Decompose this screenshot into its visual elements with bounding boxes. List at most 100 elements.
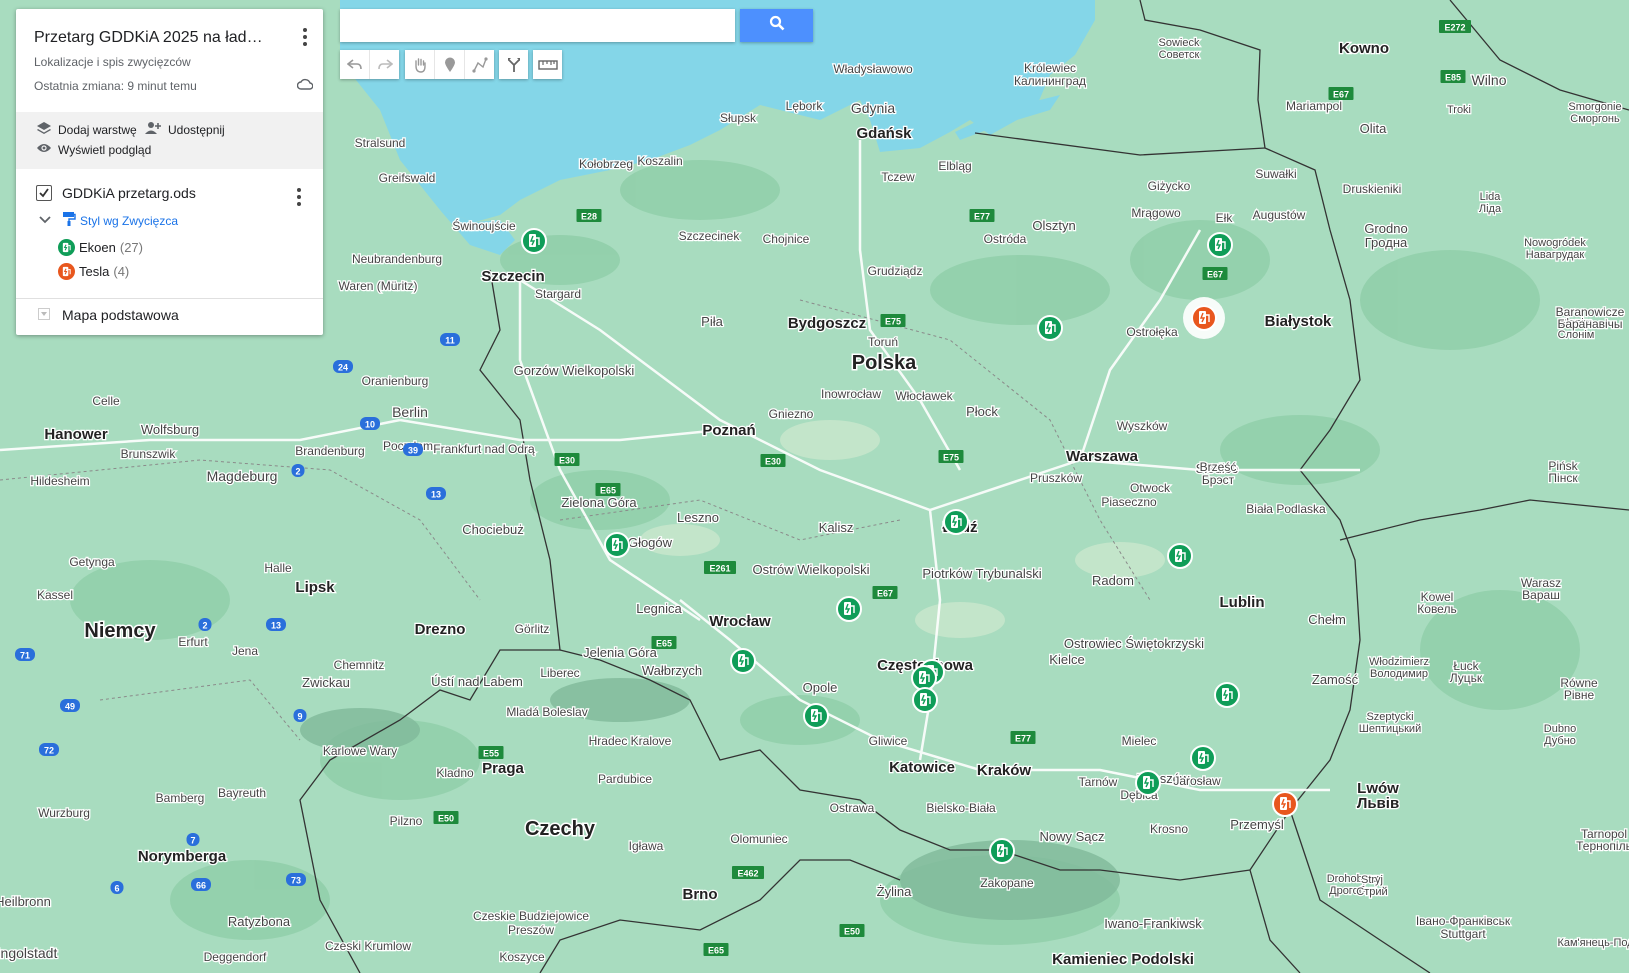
city-label: Heilbronn — [0, 894, 51, 909]
city-label: Mielec — [1122, 734, 1157, 748]
charging-station-marker[interactable] — [1167, 543, 1193, 569]
charging-station-marker[interactable] — [604, 532, 630, 558]
legend-item-ekoen[interactable]: Ekoen (27) — [58, 239, 143, 256]
layer-visibility-checkbox[interactable] — [36, 185, 52, 201]
road-shield: 2 — [291, 464, 305, 477]
city-label: Preszów — [508, 923, 554, 937]
base-map-row[interactable]: Mapa podstawowa — [38, 307, 179, 323]
chevron-down-icon[interactable] — [38, 214, 52, 228]
svg-text:49: 49 — [65, 702, 75, 712]
charging-station-marker[interactable] — [1183, 297, 1225, 339]
marker-icon[interactable] — [434, 50, 464, 79]
charging-station-marker[interactable] — [911, 665, 937, 691]
charging-station-marker[interactable] — [730, 648, 756, 674]
share-button[interactable]: Udostępnij — [144, 120, 225, 139]
hand-icon[interactable] — [405, 50, 434, 79]
svg-text:E65: E65 — [708, 946, 724, 956]
ev-charger-icon — [58, 239, 75, 256]
map-title[interactable]: Przetarg GDDKiA 2025 na ładowa... — [34, 29, 269, 47]
layer-row[interactable]: GDDKiA przetarg.ods — [36, 185, 196, 201]
expand-arrow-icon[interactable] — [38, 307, 50, 323]
line-icon[interactable] — [464, 50, 494, 79]
search-input[interactable] — [340, 9, 735, 42]
city-label: Tczew — [881, 170, 915, 184]
svg-text:E28: E28 — [581, 212, 597, 222]
preview-button[interactable]: Wyświetl podgląd — [36, 141, 151, 158]
draw-tools-group — [405, 50, 494, 79]
city-label: Ústí nad Labem — [431, 674, 523, 689]
layer-options-icon[interactable] — [289, 185, 309, 209]
charging-station-marker[interactable] — [521, 228, 547, 254]
road-shield: E67 — [1202, 267, 1228, 280]
city-label: Władysławowo — [833, 62, 913, 76]
charging-station-marker[interactable] — [1214, 682, 1240, 708]
city-label: Рівне — [1564, 688, 1595, 702]
svg-text:E272: E272 — [1444, 23, 1465, 33]
svg-text:E75: E75 — [943, 453, 959, 463]
city-label: Świnoujście — [452, 218, 516, 233]
road-shield: 13 — [426, 487, 446, 500]
eye-icon — [36, 141, 58, 158]
city-label: Karlowe Wary — [323, 744, 397, 758]
city-label: Szczecinek — [679, 229, 741, 243]
add-layer-button[interactable]: Dodaj warstwę — [36, 120, 137, 139]
city-label: Ratyzbona — [228, 914, 291, 929]
charging-station-marker[interactable] — [1190, 745, 1216, 771]
map-options-menu-icon[interactable] — [295, 25, 315, 49]
city-label: Ostrów Wielkopolski — [752, 562, 869, 577]
charging-station-marker[interactable] — [803, 703, 829, 729]
layer-name: GDDKiA przetarg.ods — [62, 185, 196, 201]
map-description[interactable]: Lokalizacje i spis zwycięzców — [34, 55, 191, 69]
svg-text:E77: E77 — [974, 212, 990, 222]
charging-station-marker[interactable] — [836, 596, 862, 622]
charging-station-marker[interactable] — [989, 838, 1015, 864]
charging-station-marker[interactable] — [1207, 232, 1233, 258]
city-label: Grodno — [1364, 221, 1407, 236]
city-label: Poznań — [702, 422, 755, 439]
charging-station-marker[interactable] — [912, 687, 938, 713]
redo-icon[interactable] — [369, 50, 399, 79]
road-shield: E50 — [433, 811, 459, 824]
road-shield: 73 — [286, 873, 306, 886]
road-shield: E261 — [704, 561, 736, 574]
city-label: Kielce — [1049, 652, 1084, 667]
svg-text:E30: E30 — [559, 456, 575, 466]
city-label: Gorzów Wielkopolski — [514, 363, 635, 378]
svg-text:11: 11 — [445, 336, 455, 346]
road-shield: E28 — [576, 209, 602, 222]
city-label: Bydgoszcz — [788, 315, 866, 332]
city-label: Hildesheim — [30, 474, 89, 488]
road-shield: E30 — [760, 454, 786, 467]
city-label: Stryj — [1361, 874, 1383, 886]
city-label: Ełk — [1216, 211, 1234, 225]
charging-station-marker[interactable] — [943, 509, 969, 535]
undo-icon[interactable] — [340, 50, 369, 79]
city-label: Hanower — [44, 426, 108, 443]
charging-station-marker[interactable] — [1135, 770, 1161, 796]
city-label: Liberec — [540, 666, 579, 680]
charging-station-marker[interactable] — [1037, 315, 1063, 341]
legend-item-tesla[interactable]: Tesla (4) — [58, 263, 129, 280]
svg-text:E67: E67 — [1207, 270, 1223, 280]
city-label: Praga — [482, 760, 524, 777]
city-label: Waren (Müritz) — [339, 279, 418, 293]
city-label: Bamberg — [156, 791, 205, 805]
city-label: Druskieniki — [1343, 182, 1402, 196]
route-icon[interactable] — [499, 50, 528, 79]
svg-text:71: 71 — [20, 651, 30, 661]
svg-text:7: 7 — [190, 836, 195, 846]
road-shield: 71 — [15, 648, 35, 661]
city-label: Kraków — [977, 762, 1032, 779]
ruler-icon[interactable] — [533, 50, 562, 79]
city-label: Mladá Boleslav — [506, 705, 587, 719]
road-shield: 24 — [333, 360, 353, 373]
city-label: Zamość — [1312, 672, 1359, 687]
country-label: Polska — [852, 352, 917, 374]
svg-text:9: 9 — [297, 712, 302, 722]
city-label: Ліда — [1479, 203, 1502, 215]
layer-style-row[interactable]: Styl wg Zwycięzca — [38, 211, 178, 230]
city-label: Warszawa — [1066, 448, 1139, 465]
search-button[interactable] — [740, 9, 813, 42]
charging-station-marker[interactable] — [1272, 791, 1298, 817]
svg-text:10: 10 — [365, 420, 375, 430]
